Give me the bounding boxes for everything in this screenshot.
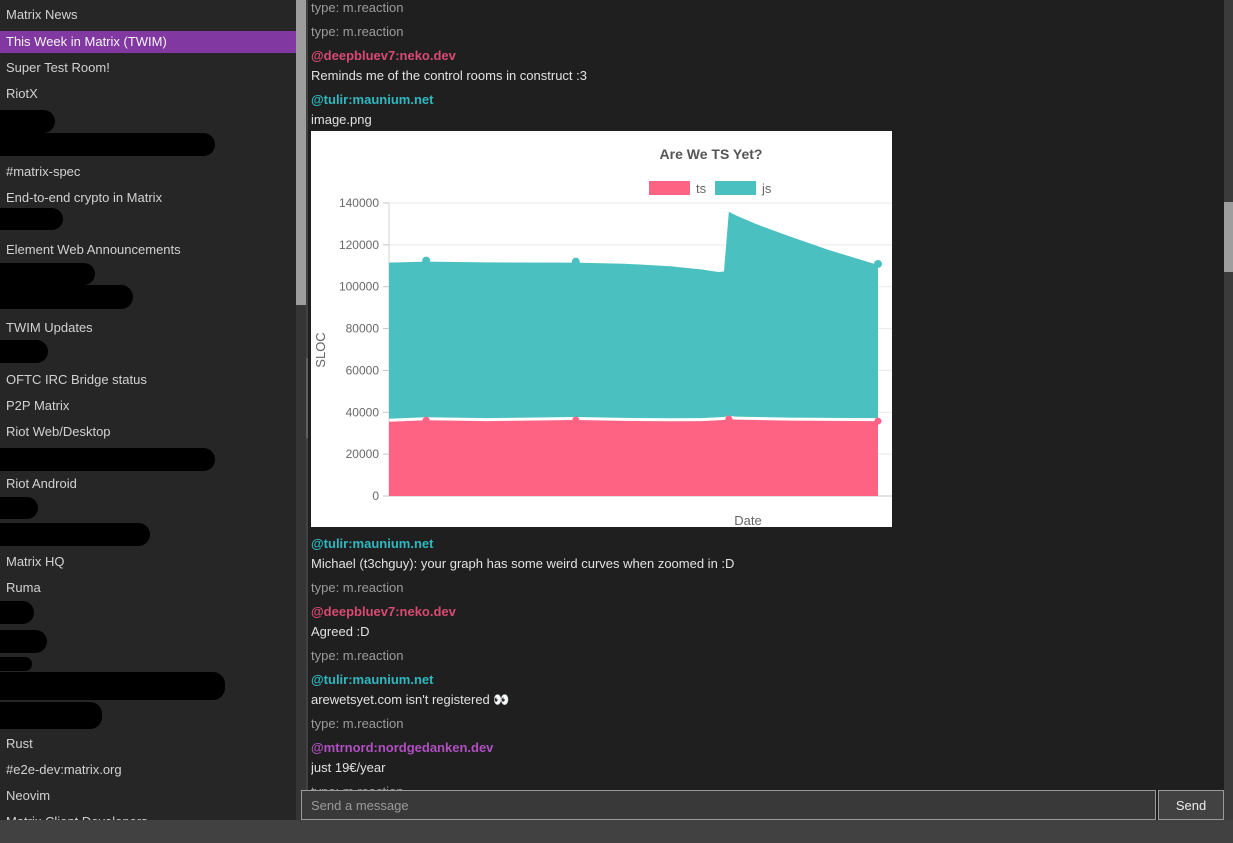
sidebar-room-item[interactable]: Ruma [0,581,296,595]
svg-text:80000: 80000 [346,322,380,336]
sidebar-room-item[interactable]: Matrix News [0,8,296,22]
sidebar-room-item-redacted[interactable] [0,672,225,700]
event-type-line: type: m.reaction [311,1,1224,15]
svg-text:20000: 20000 [346,447,380,461]
send-button[interactable]: Send [1158,790,1224,820]
sidebar-room-item[interactable]: #e2e-dev:matrix.org [0,763,296,777]
sidebar-scrollbar-thumb[interactable] [296,0,306,305]
message-text: Reminds me of the control rooms in const… [311,69,1224,83]
chart-image-attachment[interactable]: 0 20000 40000 60000 80000 100000 120000 140000 A… [311,131,892,527]
message-sender[interactable]: @deepbluev7:neko.dev [311,49,1224,63]
window-bottom-strip [0,820,1233,843]
chat-scrollbar-track[interactable] [1224,0,1233,820]
sidebar-room-item-redacted[interactable] [0,285,133,309]
sidebar-room-item-redacted[interactable] [0,208,63,230]
sidebar-room-item[interactable]: Riot Web/Desktop [0,425,296,439]
app-window: Matrix News This Week in Matrix (TWIM) Sup… [0,0,1233,843]
sidebar-room-item[interactable]: Rust [0,737,296,751]
sidebar-room-item-redacted[interactable] [0,601,34,624]
sidebar-room-item-redacted[interactable] [0,110,55,133]
message-sender[interactable]: @tulir:maunium.net [311,537,1224,551]
message-text: arewetsyet.com isn't registered 👀 [311,693,1224,707]
event-type-line: type: m.reaction [311,717,1224,731]
message-sender[interactable]: @deepbluev7:neko.dev [311,605,1224,619]
message-sender[interactable]: @mtrnord:nordgedanken.dev [311,741,1224,755]
svg-text:ts: ts [696,181,707,196]
message-text: Michael (t3chguy): your graph has some w… [311,557,1224,571]
message-text: just 19€/year [311,761,1224,775]
svg-text:js: js [761,181,772,196]
message-composer: Send [301,790,1224,820]
sidebar-scrollbar-track[interactable] [296,0,306,820]
message-input[interactable] [301,790,1156,820]
sidebar-room-item[interactable]: Riot Android [0,477,296,491]
event-type-line: type: m.reaction [311,649,1224,663]
sidebar-room-item-redacted[interactable] [0,497,38,519]
sidebar-room-item-redacted[interactable] [0,523,150,546]
sidebar-room-item[interactable]: End-to-end crypto in Matrix [0,191,296,205]
sidebar-room-item[interactable]: P2P Matrix [0,399,296,413]
message-sender[interactable]: @tulir:maunium.net [311,93,1224,107]
message-sender[interactable]: @tulir:maunium.net [311,673,1224,687]
svg-text:40000: 40000 [346,405,380,419]
svg-text:Date: Date [734,513,761,527]
sidebar-room-item[interactable]: OFTC IRC Bridge status [0,373,296,387]
svg-text:140000: 140000 [339,196,379,210]
sidebar-room-item[interactable]: Super Test Room! [0,61,296,75]
svg-text:60000: 60000 [346,363,380,377]
chat-panel: type: m.reaction type: m.reaction @deepblu… [308,0,1224,820]
sidebar-room-item-selected[interactable]: This Week in Matrix (TWIM) [0,31,296,53]
sidebar-room-item[interactable]: TWIM Updates [0,321,296,335]
svg-text:SLOC: SLOC [313,332,328,367]
svg-text:0: 0 [372,489,379,503]
sidebar-room-item-redacted[interactable] [0,657,32,671]
sidebar-room-item-redacted[interactable] [0,133,215,156]
message-timeline: type: m.reaction type: m.reaction @deepblu… [308,1,1224,799]
sidebar-room-item[interactable]: RiotX [0,87,296,101]
message-text: Agreed :D [311,625,1224,639]
message-text: image.png [311,113,1224,127]
svg-text:100000: 100000 [339,280,379,294]
chat-scrollbar-thumb[interactable] [1224,202,1233,272]
svg-text:120000: 120000 [339,238,379,252]
event-type-line: type: m.reaction [311,581,1224,595]
event-type-line: type: m.reaction [311,25,1224,39]
sidebar-room-item[interactable]: #matrix-spec [0,165,296,179]
sidebar-room-item-redacted[interactable] [0,702,102,729]
sidebar-room-item-redacted[interactable] [0,448,215,471]
sidebar-room-item[interactable]: Element Web Announcements [0,243,296,257]
sidebar-room-item[interactable]: Matrix HQ [0,555,296,569]
sidebar-room-item-redacted[interactable] [0,263,95,285]
sidebar-room-item[interactable]: Neovim [0,789,296,803]
svg-text:Are We TS Yet?: Are We TS Yet? [660,146,763,162]
room-list: Matrix News This Week in Matrix (TWIM) Sup… [0,0,296,820]
sidebar-room-item-redacted[interactable] [0,340,48,363]
sidebar-room-item-redacted[interactable] [0,630,47,653]
